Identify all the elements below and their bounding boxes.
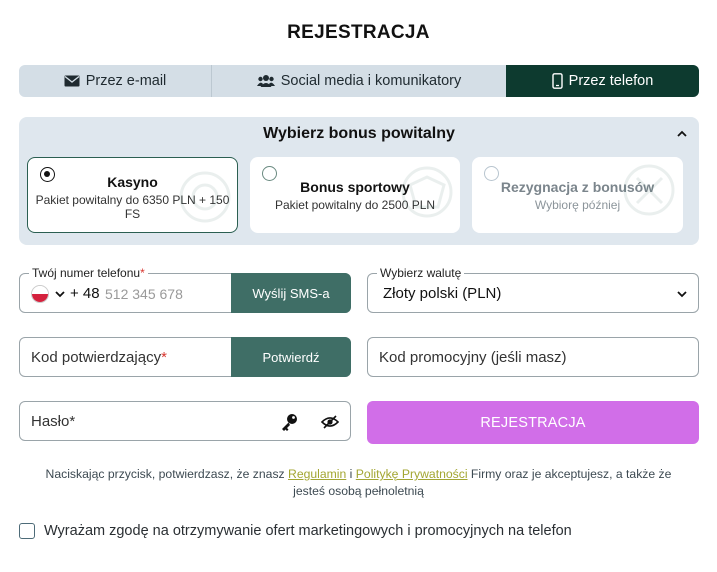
- password-field[interactable]: Hasło*: [19, 401, 351, 441]
- radio-casino[interactable]: [40, 167, 55, 182]
- privacy-policy-link[interactable]: Politykę Prywatności: [356, 467, 468, 481]
- currency-value: Złoty polski (PLN): [383, 285, 502, 302]
- watermark-icon: [401, 166, 453, 218]
- tab-email[interactable]: Przez e-mail: [19, 65, 212, 97]
- promo-code-field[interactable]: Kod promocyjny (jeśli masz): [367, 337, 699, 377]
- password-input[interactable]: Hasło*: [31, 413, 75, 430]
- phone-field-label: Twój numer telefonu*: [29, 266, 148, 280]
- tab-phone[interactable]: Przez telefon: [506, 65, 699, 97]
- bonus-heading: Wybierz bonus powitalny: [263, 125, 455, 142]
- tab-email-label: Przez e-mail: [85, 73, 167, 89]
- chevron-up-icon[interactable]: [675, 127, 689, 141]
- marketing-consent[interactable]: Wyrażam zgodę na otrzymywanie ofert mark…: [19, 523, 572, 539]
- envelope-icon: [64, 75, 80, 87]
- eye-slash-icon[interactable]: [321, 413, 339, 431]
- tab-social[interactable]: Social media i komunikatory: [212, 65, 506, 97]
- consent-checkbox[interactable]: [19, 523, 35, 539]
- consent-label: Wyrażam zgodę na otrzymywanie ofert mark…: [44, 523, 572, 539]
- key-icon[interactable]: [279, 412, 299, 432]
- modal-title: REJESTRACJA: [287, 22, 430, 43]
- register-button[interactable]: REJESTRACJA: [367, 401, 699, 444]
- bonus-option-none[interactable]: Rezygnacja z bonusów Wybiorę później: [472, 157, 683, 233]
- tab-phone-label: Przez telefon: [568, 73, 654, 89]
- currency-select[interactable]: Wybierz walutę Złoty polski (PLN): [367, 266, 699, 313]
- phone-prefix: + 48: [70, 285, 100, 302]
- bonus-option-sport[interactable]: Bonus sportowy Pakiet powitalny do 2500 …: [250, 157, 460, 233]
- tab-social-label: Social media i komunikatory: [280, 73, 462, 89]
- terms-text: Naciskając przycisk, potwierdzasz, że zn…: [45, 467, 672, 498]
- registration-modal: REJESTRACJA Przez e-mail Social media i …: [0, 0, 717, 572]
- users-icon: [256, 74, 275, 88]
- confirmation-code-field[interactable]: Kod potwierdzający* Potwierdź: [19, 337, 351, 377]
- registration-tabs: Przez e-mail Social media i komunikatory…: [19, 65, 699, 97]
- bonus-section: Wybierz bonus powitalny Kasyno Pakiet po…: [19, 117, 699, 245]
- currency-label: Wybierz walutę: [377, 266, 465, 280]
- promo-code-input[interactable]: Kod promocyjny (jeśli masz): [379, 349, 567, 366]
- chevron-down-icon[interactable]: [676, 288, 688, 300]
- confirmation-code-input[interactable]: Kod potwierdzający*: [31, 349, 167, 366]
- chevron-down-icon[interactable]: [54, 288, 66, 300]
- phone-field[interactable]: Twój numer telefonu* + 48 512 345 678 Wy…: [19, 266, 351, 313]
- confirm-button[interactable]: Potwierdź: [231, 337, 351, 377]
- watermark-icon: [179, 171, 231, 223]
- send-sms-button[interactable]: Wyślij SMS-a: [231, 273, 351, 313]
- watermark-icon: [623, 164, 675, 216]
- phone-input[interactable]: 512 345 678: [105, 286, 183, 302]
- terms-link[interactable]: Regulamin: [288, 467, 346, 481]
- radio-none[interactable]: [484, 166, 499, 181]
- phone-icon: [551, 73, 563, 89]
- radio-sport[interactable]: [262, 166, 277, 181]
- bonus-option-casino[interactable]: Kasyno Pakiet powitalny do 6350 PLN + 15…: [27, 157, 238, 233]
- poland-flag-icon[interactable]: [31, 285, 49, 303]
